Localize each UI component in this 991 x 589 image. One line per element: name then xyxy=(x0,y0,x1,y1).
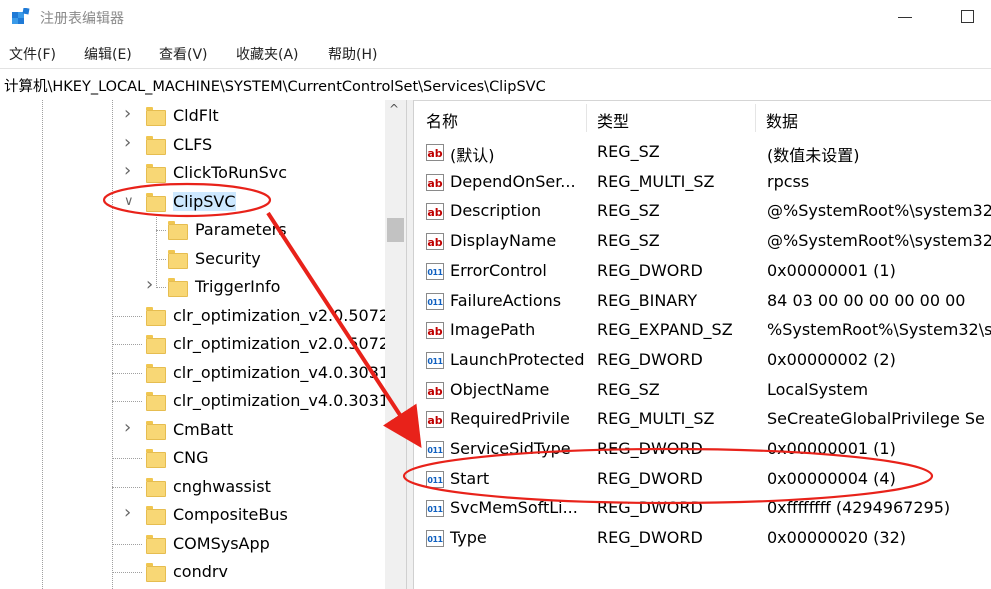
annotation-layer xyxy=(102,182,934,505)
annotation-ellipse-start xyxy=(402,447,934,505)
annotation-ellipse-clipsvc xyxy=(102,182,272,218)
annotation-arrow xyxy=(266,211,422,449)
